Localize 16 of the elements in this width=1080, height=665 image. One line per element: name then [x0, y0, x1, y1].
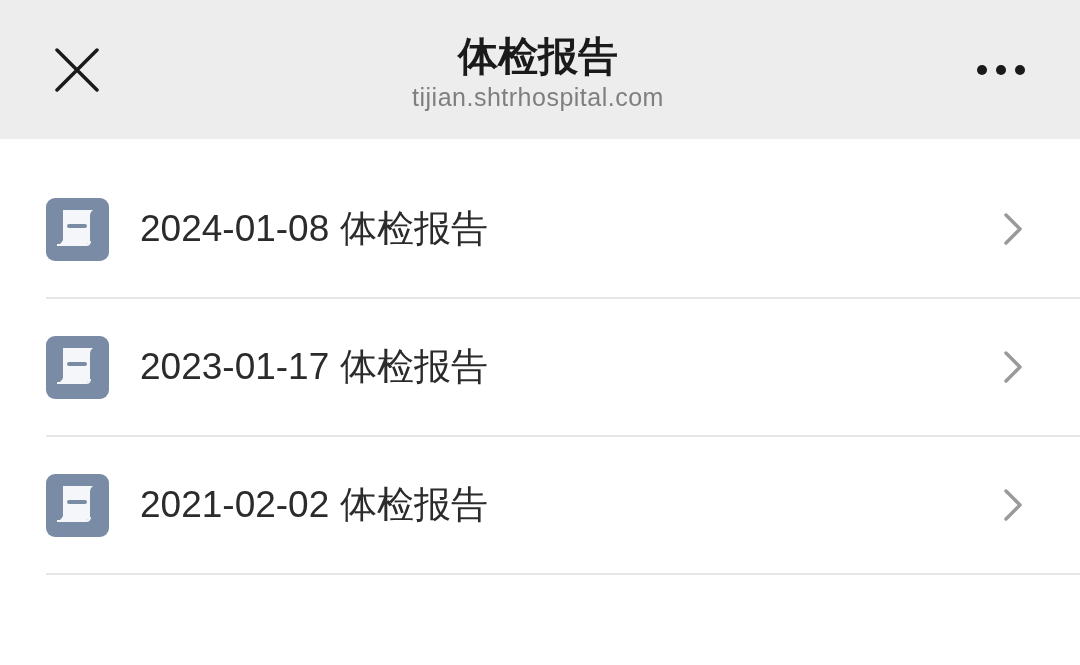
document-icon [46, 473, 109, 537]
report-title: 2021-02-02 体检报告 [140, 483, 489, 528]
report-list-item[interactable]: 2023-01-17 体检报告 [46, 299, 1080, 437]
chevron-right-icon [1004, 489, 1022, 521]
page-url: tijian.shtrhospital.com [412, 81, 664, 113]
chevron-right-icon [1004, 351, 1022, 383]
report-title: 2023-01-17 体检报告 [140, 345, 489, 390]
report-list-item[interactable]: 2024-01-08 体检报告 [46, 161, 1080, 299]
more-icon[interactable] [977, 63, 1025, 76]
document-icon [46, 197, 109, 261]
chevron-right-icon [1004, 213, 1022, 245]
report-list-item[interactable]: 2021-02-02 体检报告 [46, 437, 1080, 575]
document-icon [46, 335, 109, 399]
report-title: 2024-01-08 体检报告 [140, 207, 489, 252]
page-title: 体检报告 [458, 32, 618, 80]
close-icon[interactable] [55, 47, 99, 92]
